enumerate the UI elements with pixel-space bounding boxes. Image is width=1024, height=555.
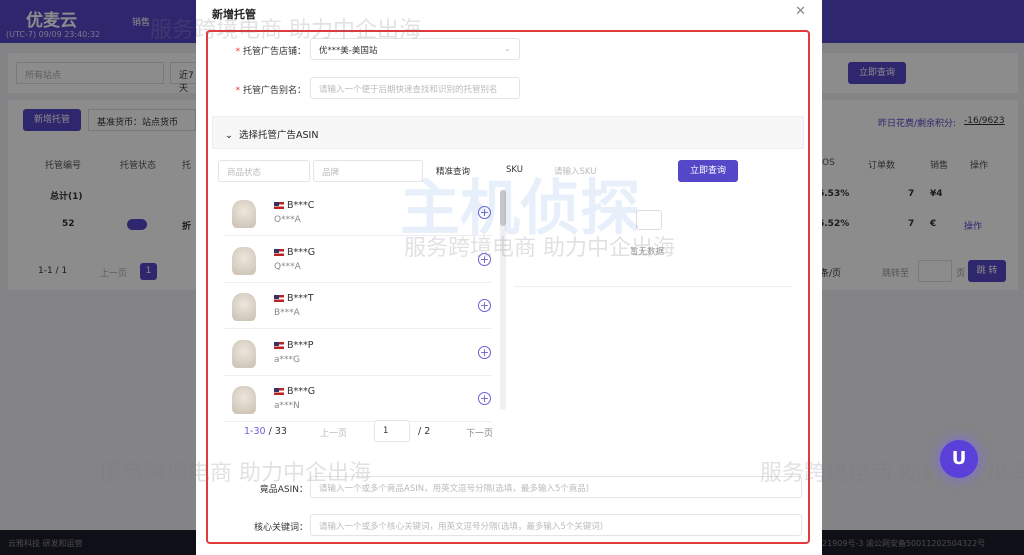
store-label: * 托管广告店铺： xyxy=(235,47,306,57)
seller-text: a***N xyxy=(274,401,300,411)
empty-box-icon xyxy=(636,210,662,230)
list-next-page[interactable]: 下一页 xyxy=(466,426,493,439)
competitor-label: 竟品ASIN： xyxy=(259,485,308,495)
us-flag-icon xyxy=(274,295,284,302)
asin-text: B***T xyxy=(274,293,314,304)
close-icon[interactable]: ✕ xyxy=(795,4,806,19)
us-flag-icon xyxy=(274,202,284,209)
us-flag-icon xyxy=(274,341,284,349)
product-thumbnail xyxy=(232,293,256,321)
list-prev-page[interactable]: 上一页 xyxy=(320,426,347,439)
product-thumbnail xyxy=(232,200,256,228)
competitor-asin-input[interactable]: 请输入一个或多个竟品ASIN，用英文逗号分隔(选填，最多输入5个竟品) xyxy=(310,476,802,498)
asin-list-item: B***T B***A + xyxy=(224,283,492,329)
empty-text: 暂无数据 xyxy=(630,247,665,257)
brand-select[interactable]: 品牌 xyxy=(313,160,423,182)
product-thumbnail xyxy=(232,386,256,414)
product-thumbnail xyxy=(232,339,256,368)
asin-list-item: B***G a***N + xyxy=(224,376,492,422)
asin-list-item: B***P a***G + xyxy=(224,330,492,376)
list-page-range: 1-30 / 33 xyxy=(244,426,287,437)
add-circle-icon[interactable]: + xyxy=(478,392,491,405)
modal-query-button[interactable]: 立即查询 xyxy=(678,160,738,182)
us-flag-icon xyxy=(274,248,284,256)
dialog-title: 新增托管 xyxy=(212,8,256,21)
us-flag-icon xyxy=(274,388,284,395)
alias-label: * 托管广告别名： xyxy=(235,86,306,96)
asin-text: B***P xyxy=(274,340,314,351)
seller-text: O***A xyxy=(274,215,301,225)
list-total-pages: / 2 xyxy=(418,426,431,437)
chevron-down-icon: ⌄ xyxy=(503,44,511,54)
add-circle-icon[interactable]: + xyxy=(478,252,491,266)
add-circle-icon[interactable]: + xyxy=(478,206,491,219)
product-thumbnail xyxy=(232,246,256,275)
match-mode-select[interactable]: 精准查询 xyxy=(428,160,490,182)
asin-list-item: B***C O***A + xyxy=(224,190,492,236)
list-page-input[interactable]: 1 xyxy=(374,420,410,442)
asin-text: B***G xyxy=(274,247,315,258)
add-circle-icon[interactable]: + xyxy=(478,299,491,312)
seller-text: a***G xyxy=(274,354,300,365)
sku-input[interactable]: 请输入SKU xyxy=(546,160,666,182)
search-field-select[interactable]: SKU xyxy=(498,160,540,182)
add-circle-icon[interactable]: + xyxy=(478,345,491,359)
asin-section-header[interactable]: ⌄ 选择托管广告ASIN xyxy=(212,116,804,149)
list-scrollbar[interactable] xyxy=(500,190,506,410)
assistant-button[interactable]: U xyxy=(940,440,978,478)
seller-text: B***A xyxy=(274,308,300,318)
keyword-label: 核心关键词： xyxy=(253,523,308,533)
asin-text: B***C xyxy=(274,200,314,211)
alias-input[interactable]: 请输入一个便于后期快速查找和识别的托管别名 xyxy=(310,77,520,99)
chevron-down-icon: ⌄ xyxy=(225,130,236,141)
divider xyxy=(514,286,792,287)
keyword-input[interactable]: 请输入一个或多个核心关键词，用英文逗号分隔(选填，最多输入5个关键词) xyxy=(310,514,802,536)
add-managed-dialog: 新增托管 ✕ * 托管广告店铺： 优***美-美国站 ⌄ * 托管广告别名： 请输… xyxy=(196,0,822,555)
asin-text: B***G xyxy=(274,386,315,397)
store-select[interactable]: 优***美-美国站 ⌄ xyxy=(310,38,520,60)
asin-list-item: B***G Q***A + xyxy=(224,237,492,283)
product-status-select[interactable]: 商品状态 xyxy=(218,160,310,182)
seller-text: Q***A xyxy=(274,261,301,272)
